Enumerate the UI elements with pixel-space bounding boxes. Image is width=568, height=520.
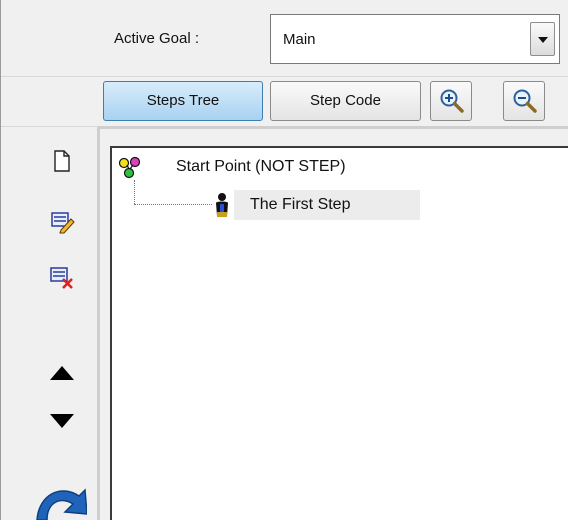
steps-tree-view[interactable]: Start Point (NOT STEP) The First Step — [110, 146, 568, 520]
step-person-icon — [216, 193, 228, 217]
tree-node-start-point[interactable]: Start Point (NOT STEP) — [176, 158, 346, 176]
tree-connector — [134, 204, 212, 205]
zoom-out-icon — [513, 89, 537, 113]
step-actions-sidebar — [1, 134, 95, 520]
active-goal-row: Active Goal : Main — [1, 0, 568, 76]
new-document-icon[interactable] — [49, 148, 75, 174]
zoom-in-icon — [440, 89, 464, 113]
active-goal-label: Active Goal : — [114, 30, 200, 47]
delete-step-icon[interactable] — [49, 264, 75, 290]
move-up-icon[interactable] — [49, 360, 75, 386]
step-code-button[interactable]: Step Code — [270, 81, 421, 121]
zoom-in-button[interactable] — [430, 81, 472, 121]
undo-icon[interactable] — [31, 480, 87, 520]
app-window: Active Goal : Main Steps Tree Step Code — [0, 0, 568, 520]
view-toolbar: Steps Tree Step Code — [1, 76, 568, 126]
steps-tree-button[interactable]: Steps Tree — [103, 81, 263, 121]
move-down-icon[interactable] — [49, 408, 75, 434]
tree-node-first-step[interactable]: The First Step — [234, 190, 420, 220]
dropdown-arrow-icon[interactable] — [530, 22, 555, 56]
active-goal-value: Main — [283, 31, 316, 48]
zoom-out-button[interactable] — [503, 81, 545, 121]
edit-step-icon[interactable] — [49, 208, 75, 234]
tree-connector — [134, 180, 135, 204]
start-point-icon — [118, 156, 141, 179]
active-goal-select[interactable]: Main — [270, 14, 560, 64]
